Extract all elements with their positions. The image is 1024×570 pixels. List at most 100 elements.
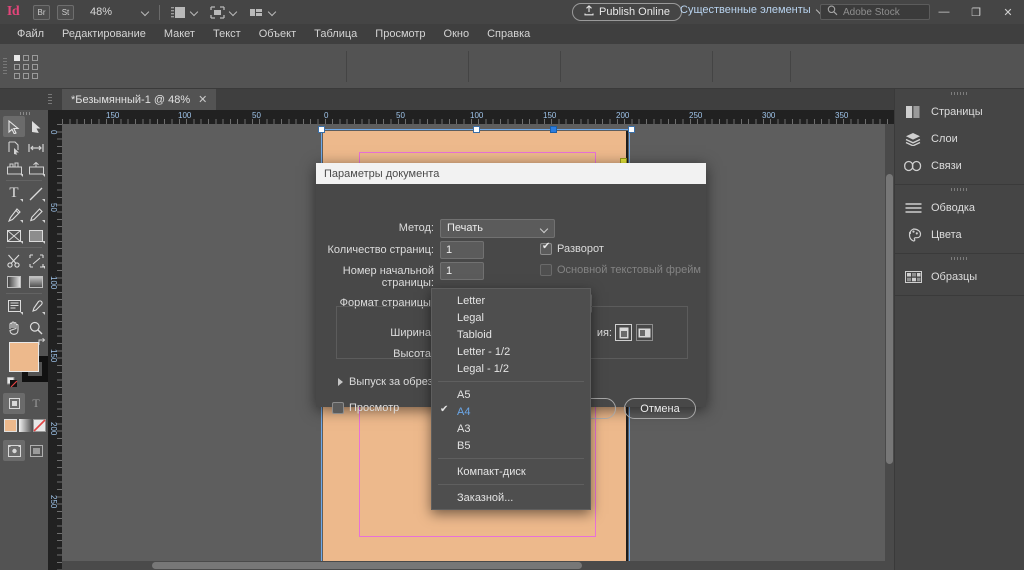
- chevron-down-icon[interactable]: [191, 8, 199, 16]
- handle-top-right-inner[interactable]: [550, 126, 557, 133]
- panel-grip[interactable]: [3, 58, 7, 74]
- pen-tool[interactable]: [3, 204, 25, 225]
- reference-point-proxy[interactable]: [14, 55, 40, 79]
- adobe-stock-search[interactable]: Adobe Stock: [820, 4, 930, 20]
- formatting-affects-text-button[interactable]: T: [25, 393, 47, 414]
- rectangle-tool[interactable]: [25, 225, 47, 246]
- menu-type[interactable]: Текст: [204, 24, 250, 44]
- ruler-origin[interactable]: [48, 110, 62, 124]
- menu-item-b5[interactable]: B5: [432, 437, 590, 454]
- vertical-ruler[interactable]: 0 50 100 150 200 250: [48, 124, 62, 570]
- restore-button[interactable]: ❐: [960, 0, 992, 24]
- hand-tool[interactable]: [3, 317, 25, 338]
- spread-checkbox[interactable]: [540, 243, 552, 255]
- handle-top-left[interactable]: [318, 126, 325, 133]
- menu-item-compact-disc[interactable]: Компакт-диск: [432, 463, 590, 480]
- apply-none-button[interactable]: [33, 415, 47, 436]
- menu-item-legal[interactable]: Legal: [432, 309, 590, 326]
- menu-window[interactable]: Окно: [435, 24, 479, 44]
- line-tool[interactable]: [25, 183, 47, 204]
- orientation-landscape-button[interactable]: [636, 324, 653, 341]
- minimize-button[interactable]: —: [928, 0, 960, 24]
- panel-group-grip[interactable]: [895, 185, 1024, 194]
- normal-view-mode-button[interactable]: [3, 440, 25, 461]
- scrollbar-thumb[interactable]: [152, 562, 582, 569]
- menu-item-a3[interactable]: A3: [432, 420, 590, 437]
- start-page-field[interactable]: 1: [440, 262, 484, 280]
- panel-item-color[interactable]: Цвета: [895, 221, 1024, 248]
- menu-table[interactable]: Таблица: [305, 24, 366, 44]
- swap-fill-stroke-icon[interactable]: [38, 338, 47, 347]
- menu-file[interactable]: Файл: [8, 24, 53, 44]
- view-options-button[interactable]: [210, 6, 238, 19]
- canvas-vertical-scrollbar[interactable]: [885, 124, 894, 570]
- pages-count-field[interactable]: 1: [440, 241, 484, 259]
- menu-item-tabloid[interactable]: Tabloid: [432, 326, 590, 343]
- document-tab[interactable]: *Безымянный-1 @ 48% ✕: [62, 89, 216, 110]
- apply-gradient-button[interactable]: [18, 415, 32, 436]
- eyedropper-tool[interactable]: [25, 296, 47, 317]
- method-select[interactable]: Печать: [440, 219, 555, 238]
- handle-top-center[interactable]: [473, 126, 480, 133]
- panel-item-stroke[interactable]: Обводка: [895, 194, 1024, 221]
- horizontal-ruler[interactable]: 150 100 50 0 50 100 150 200 250 300 350: [62, 110, 894, 124]
- bleed-slug-disclosure[interactable]: Выпуск за обрез и: [338, 376, 442, 388]
- menu-item-letter[interactable]: Letter: [432, 292, 590, 309]
- menu-item-a4[interactable]: A4: [432, 403, 590, 420]
- formatting-affects-container-button[interactable]: [3, 393, 25, 414]
- panel-item-swatches[interactable]: Образцы: [895, 263, 1024, 290]
- menu-edit[interactable]: Редактирование: [53, 24, 155, 44]
- tabbar-grip[interactable]: [48, 94, 52, 105]
- preview-checkbox[interactable]: [332, 402, 344, 414]
- frame-tool[interactable]: [3, 225, 25, 246]
- gradient-feather-tool[interactable]: [25, 271, 47, 292]
- arrange-documents-button[interactable]: [249, 6, 277, 19]
- chevron-down-icon[interactable]: [269, 8, 277, 16]
- gap-tool[interactable]: [25, 137, 47, 158]
- direct-selection-tool[interactable]: [25, 116, 47, 137]
- note-tool[interactable]: [3, 296, 25, 317]
- pencil-tool[interactable]: [25, 204, 47, 225]
- menu-item-custom[interactable]: Заказной...: [432, 489, 590, 506]
- close-icon[interactable]: ✕: [198, 93, 207, 106]
- type-tool[interactable]: T: [3, 183, 25, 204]
- menu-object[interactable]: Объект: [250, 24, 305, 44]
- menu-item-letter-half[interactable]: Letter - 1/2: [432, 343, 590, 360]
- master-text-frame-checkbox[interactable]: [540, 264, 552, 276]
- free-transform-tool[interactable]: [25, 250, 47, 271]
- content-collector-tool[interactable]: [3, 158, 25, 179]
- content-placer-tool[interactable]: [25, 158, 47, 179]
- screen-mode-button[interactable]: [171, 6, 199, 19]
- menu-view[interactable]: Просмотр: [366, 24, 434, 44]
- default-fill-stroke-icon[interactable]: [6, 376, 18, 388]
- preview-view-mode-button[interactable]: [25, 440, 47, 461]
- zoom-chevron-down-icon[interactable]: [142, 8, 150, 16]
- orientation-portrait-button[interactable]: [615, 324, 632, 341]
- scrollbar-thumb[interactable]: [886, 174, 893, 464]
- bridge-button[interactable]: Br: [33, 5, 50, 20]
- menu-item-a5[interactable]: A5: [432, 386, 590, 403]
- workspace-switcher[interactable]: Существенные элементы: [680, 4, 825, 16]
- toolbox-grip[interactable]: [20, 112, 32, 115]
- toolbox-fill-swatch[interactable]: [9, 342, 39, 372]
- panel-group-grip[interactable]: [895, 254, 1024, 263]
- panel-item-links[interactable]: Связи: [895, 152, 1024, 179]
- panel-item-pages[interactable]: Страницы: [895, 98, 1024, 125]
- handle-top-right[interactable]: [628, 126, 635, 133]
- canvas-horizontal-scrollbar[interactable]: [62, 561, 885, 570]
- panel-item-layers[interactable]: Слои: [895, 125, 1024, 152]
- menu-layout[interactable]: Макет: [155, 24, 204, 44]
- search-input[interactable]: Adobe Stock: [843, 7, 900, 18]
- stock-button[interactable]: St: [57, 5, 74, 20]
- chevron-down-icon[interactable]: [230, 8, 238, 16]
- page-tool[interactable]: [3, 137, 25, 158]
- zoom-tool[interactable]: [25, 317, 47, 338]
- selection-tool[interactable]: [3, 116, 25, 137]
- apply-color-button[interactable]: [3, 415, 18, 436]
- publish-online-button[interactable]: Publish Online: [572, 3, 682, 21]
- page-size-dropdown-menu[interactable]: Letter Legal Tabloid Letter - 1/2 Legal …: [431, 288, 591, 510]
- cancel-button[interactable]: Отмена: [624, 398, 696, 419]
- gradient-swatch-tool[interactable]: [3, 271, 25, 292]
- menu-help[interactable]: Справка: [478, 24, 539, 44]
- panel-group-grip[interactable]: [895, 89, 1024, 98]
